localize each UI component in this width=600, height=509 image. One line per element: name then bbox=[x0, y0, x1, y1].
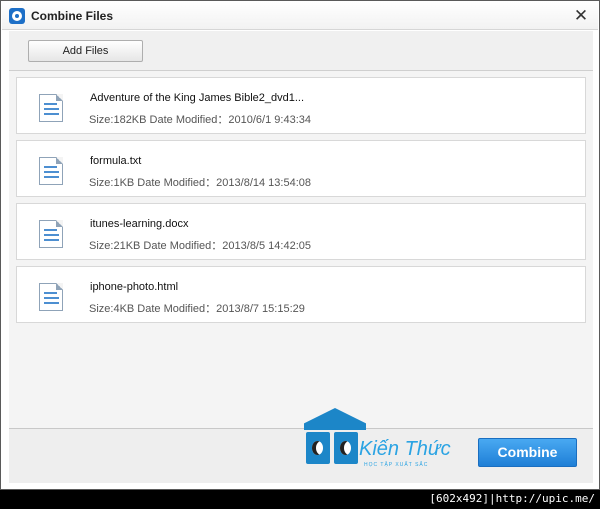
file-name: iphone-photo.html bbox=[90, 281, 179, 293]
dialog-title: Combine Files bbox=[31, 9, 114, 23]
file-list-item[interactable]: iphone-photo.html Size:4KB Date Modified… bbox=[16, 266, 586, 323]
toolbar: Add Files bbox=[9, 31, 593, 71]
image-host-strip: [602x492]|http://upic.me/ bbox=[0, 490, 600, 509]
watermark-roof-icon bbox=[304, 408, 366, 430]
watermark-brand: Kiến Thức bbox=[359, 438, 451, 460]
file-details: Size:4KB Date Modified：2013/8/7 15:15:29 bbox=[89, 303, 305, 315]
close-button[interactable]: ✕ bbox=[572, 6, 590, 26]
watermark-figure-icon bbox=[334, 432, 358, 464]
file-name: formula.txt bbox=[90, 155, 142, 167]
watermark-figure-icon bbox=[306, 432, 330, 464]
app-logo-icon bbox=[9, 8, 25, 24]
file-details: Size:182KB Date Modified：2010/6/1 9:43:3… bbox=[89, 114, 311, 126]
document-icon bbox=[39, 157, 63, 185]
add-files-button[interactable]: Add Files bbox=[28, 40, 143, 62]
file-details: Size:21KB Date Modified：2013/8/5 14:42:0… bbox=[89, 240, 311, 252]
file-list-item[interactable]: Adventure of the King James Bible2_dvd1.… bbox=[16, 77, 586, 134]
file-details: Size:1KB Date Modified：2013/8/14 13:54:0… bbox=[89, 177, 311, 189]
combine-files-dialog: Combine Files ✕ Add Files Adventure of t… bbox=[0, 0, 600, 490]
combine-button[interactable]: Combine bbox=[478, 438, 577, 467]
document-icon bbox=[39, 220, 63, 248]
file-name: itunes-learning.docx bbox=[90, 218, 189, 230]
title-bar: Combine Files ✕ bbox=[2, 2, 598, 30]
document-icon bbox=[39, 283, 63, 311]
image-host-stamp: [602x492]|http://upic.me/ bbox=[429, 492, 595, 505]
file-list-item[interactable]: itunes-learning.docx Size:21KB Date Modi… bbox=[16, 203, 586, 260]
watermark-tagline: HỌC TẬP XUẤT SẮC bbox=[364, 462, 429, 468]
document-icon bbox=[39, 94, 63, 122]
file-list-item[interactable]: formula.txt Size:1KB Date Modified：2013/… bbox=[16, 140, 586, 197]
file-list: Adventure of the King James Bible2_dvd1.… bbox=[9, 71, 593, 428]
file-name: Adventure of the King James Bible2_dvd1.… bbox=[90, 92, 305, 104]
watermark-logo: Kiến Thức HỌC TẬP XUẤT SẮC bbox=[298, 404, 478, 474]
